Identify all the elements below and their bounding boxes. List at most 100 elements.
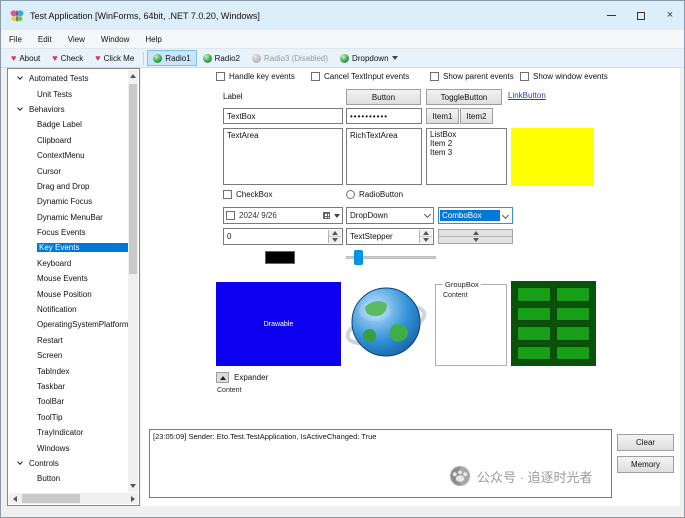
sidebar-item-notification[interactable]: Notification	[9, 302, 128, 317]
numeric-stepper[interactable]: 0	[223, 228, 343, 245]
watermark-text: 公众号 · 追逐时光者	[477, 469, 593, 485]
scroll-right-button[interactable]	[127, 493, 138, 504]
sidebar-item-cursor[interactable]: Cursor	[9, 163, 128, 178]
spinner-buttons[interactable]	[419, 230, 432, 243]
spin-down-button[interactable]	[420, 237, 432, 243]
maximize-button[interactable]	[626, 2, 656, 29]
list-item[interactable]: Item 2	[430, 139, 503, 148]
minimize-button[interactable]	[596, 2, 626, 29]
checkbox-icon[interactable]	[226, 211, 235, 220]
scroll-up-button[interactable]	[128, 70, 138, 82]
sidebar-item-controls[interactable]: Controls	[9, 456, 128, 471]
menu-edit[interactable]: Edit	[30, 30, 60, 49]
sidebar-item-toolbar[interactable]: ToolBar	[9, 394, 128, 409]
sidebar-item-focus-events[interactable]: Focus Events	[9, 225, 128, 240]
sidebar-item-windows[interactable]: Windows	[9, 440, 128, 455]
toolbar-check-button[interactable]: ♥ Check	[46, 50, 89, 66]
button-control[interactable]: Button	[346, 89, 421, 105]
slider-thumb[interactable]	[354, 250, 363, 265]
color-picker[interactable]	[265, 251, 295, 264]
sidebar-item-restart[interactable]: Restart	[9, 333, 128, 348]
clear-button[interactable]: Clear	[617, 434, 674, 451]
toolbar-dropdown-button[interactable]: Dropdown	[334, 50, 403, 66]
rich-textarea-input[interactable]: RichTextArea	[346, 128, 422, 185]
scroll-down-button[interactable]	[128, 480, 138, 492]
sidebar-item-mouse-events[interactable]: Mouse Events	[9, 271, 128, 286]
date-picker[interactable]: 2024/ 9/26	[223, 207, 343, 224]
sidebar-item-operatingsystemplatform[interactable]: OperatingSystemPlatform	[9, 317, 128, 332]
stepper-down-button[interactable]	[439, 237, 512, 243]
close-button[interactable]: ×	[655, 2, 685, 29]
sidebar-item-keyboard[interactable]: Keyboard	[9, 256, 128, 271]
memory-button[interactable]: Memory	[617, 456, 674, 473]
toolbar-click-me-button[interactable]: ♥ Click Me	[89, 50, 140, 66]
chevron-down-icon[interactable]	[17, 459, 23, 465]
menu-view[interactable]: View	[60, 30, 93, 49]
sidebar-item-dynamic-menubar[interactable]: Dynamic MenuBar	[9, 210, 128, 225]
textarea-input[interactable]: TextArea	[223, 128, 343, 185]
combobox-control[interactable]: ComboBox	[438, 207, 513, 224]
radiobutton-control[interactable]: RadioButton	[346, 190, 403, 199]
cancel-textinput-events-checkbox[interactable]: Cancel TextInput events	[311, 72, 409, 81]
menu-help[interactable]: Help	[137, 30, 169, 49]
sidebar-item-dynamic-focus[interactable]: Dynamic Focus	[9, 194, 128, 209]
event-log[interactable]: [23:05:09] Sender: Eto.Test.TestApplicat…	[149, 429, 612, 498]
sidebar-item-button[interactable]: Button	[9, 471, 128, 486]
sidebar-item-key-events[interactable]: Key Events	[9, 240, 128, 255]
chevron-down-icon[interactable]	[501, 211, 510, 220]
spinner-buttons[interactable]	[328, 230, 341, 243]
toggle-button-control[interactable]: ToggleButton	[426, 89, 502, 105]
sidebar-item-badge-label[interactable]: Badge Label	[9, 117, 128, 132]
minimize-icon	[606, 15, 616, 16]
stepper-control[interactable]	[438, 229, 513, 244]
link-button-control[interactable]: LinkButton	[508, 91, 546, 100]
scroll-left-button[interactable]	[9, 493, 20, 504]
sidebar-item-screen[interactable]: Screen	[9, 348, 128, 363]
sidebar-horizontal-scrollbar[interactable]	[9, 493, 138, 504]
dropdown-control[interactable]: DropDown	[346, 207, 434, 224]
sidebar-item-unit-tests[interactable]: Unit Tests	[9, 86, 128, 101]
sidebar-item-taskbar[interactable]: Taskbar	[9, 379, 128, 394]
sidebar-item-contextmenu[interactable]: ContextMenu	[9, 148, 128, 163]
sidebar-item-behaviors[interactable]: Behaviors	[9, 102, 128, 117]
spin-up-button[interactable]	[420, 230, 432, 237]
segmented-item2-button[interactable]: Item2	[460, 108, 493, 124]
sidebar-item-tabindex[interactable]: TabIndex	[9, 363, 128, 378]
menu-file[interactable]: File	[1, 30, 30, 49]
chevron-down-icon[interactable]	[17, 105, 23, 111]
sidebar-item-trayindicator[interactable]: TrayIndicator	[9, 425, 128, 440]
toolbar-radio1-button[interactable]: Radio1	[147, 50, 197, 66]
list-item[interactable]: Item 3	[430, 148, 503, 157]
sidebar-item-tooltip[interactable]: ToolTip	[9, 410, 128, 425]
vertical-scroll-thumb[interactable]	[129, 84, 137, 274]
spin-up-button[interactable]	[329, 230, 341, 237]
sidebar-item-drag-and-drop[interactable]: Drag and Drop	[9, 179, 128, 194]
horizontal-scroll-thumb[interactable]	[22, 494, 80, 503]
text-stepper[interactable]: TextStepper	[346, 228, 434, 245]
menu-window[interactable]: Window	[93, 30, 137, 49]
groupbox-content: Content	[443, 292, 468, 299]
stepper-up-button[interactable]	[439, 230, 512, 237]
toolbar-radio2-button[interactable]: Radio2	[197, 50, 246, 66]
spin-down-button[interactable]	[329, 237, 341, 243]
chevron-down-icon[interactable]	[334, 213, 340, 218]
drawable-panel[interactable]: Drawable	[216, 282, 341, 366]
textbox-input[interactable]: TextBox	[223, 108, 343, 124]
segmented-item1-button[interactable]: Item1	[426, 108, 459, 124]
handle-key-events-checkbox[interactable]: Handle key events	[216, 72, 295, 81]
checkbox-control[interactable]: CheckBox	[223, 190, 272, 199]
list-item[interactable]: ListBox	[430, 130, 503, 139]
sidebar-item-mouse-position[interactable]: Mouse Position	[9, 286, 128, 301]
sidebar-item-automated-tests[interactable]: Automated Tests	[9, 71, 128, 86]
show-window-events-checkbox[interactable]: Show window events	[520, 72, 608, 81]
sidebar-vertical-scrollbar[interactable]	[128, 70, 138, 492]
listbox-control[interactable]: ListBox Item 2 Item 3	[426, 128, 507, 185]
password-input[interactable]: ••••••••••	[346, 108, 422, 124]
expander-toggle-button[interactable]	[216, 372, 229, 383]
sidebar-item-clipboard[interactable]: Clipboard	[9, 133, 128, 148]
close-icon: ×	[666, 9, 674, 21]
slider-control[interactable]	[346, 250, 436, 265]
chevron-down-icon[interactable]	[17, 74, 23, 81]
toolbar-about-button[interactable]: ♥ About	[5, 50, 46, 66]
show-parent-events-checkbox[interactable]: Show parent events	[430, 72, 514, 81]
